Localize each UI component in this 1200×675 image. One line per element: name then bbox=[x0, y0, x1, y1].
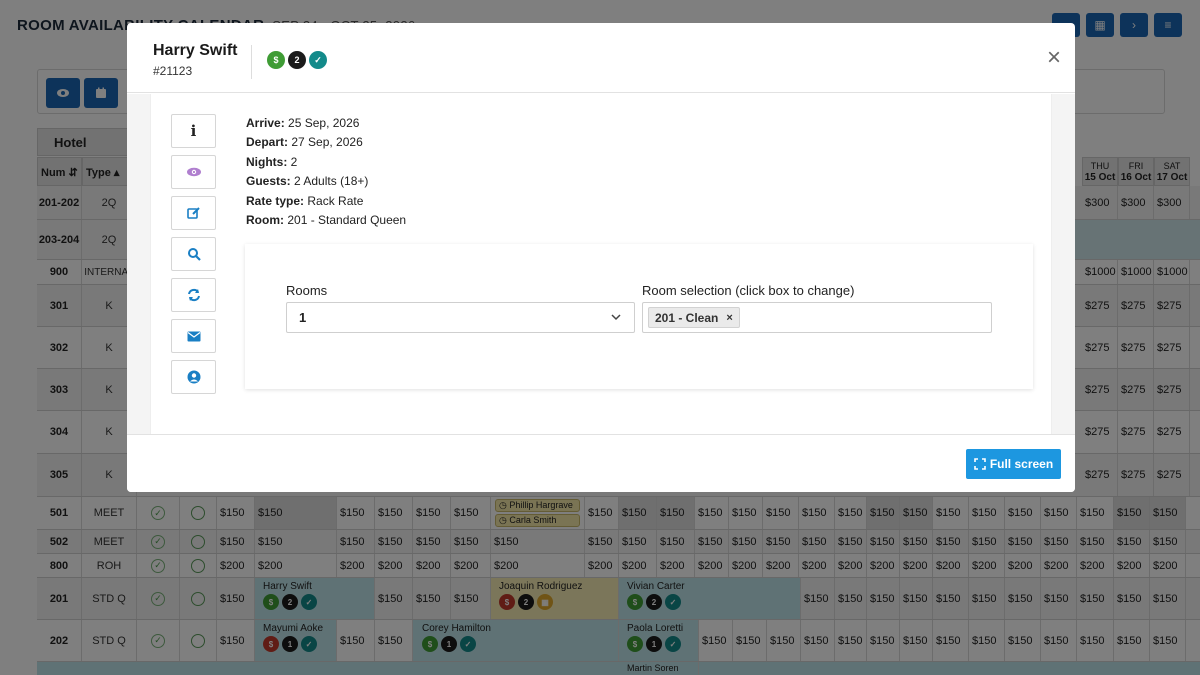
guest-profile-button[interactable] bbox=[171, 360, 216, 394]
user-icon bbox=[187, 370, 200, 384]
status-icons: $ 2 ✓ bbox=[267, 51, 327, 69]
chevron-down-icon bbox=[611, 314, 621, 321]
envelope-icon bbox=[187, 331, 200, 341]
room-assignment-panel: Rooms 1 Room selection (click box to cha… bbox=[245, 244, 1033, 389]
depart-date: 27 Sep, 2026 bbox=[291, 135, 363, 150]
nights-value: 2 bbox=[290, 154, 298, 169]
info-icon: i bbox=[190, 122, 197, 140]
edit-icon bbox=[186, 207, 200, 219]
modal-footer: Full screen bbox=[127, 434, 1075, 492]
modal-header: Harry Swift #21123 $ 2 ✓ × bbox=[127, 23, 1075, 93]
expand-icon bbox=[974, 458, 986, 470]
remove-tag-icon[interactable]: × bbox=[726, 312, 732, 324]
divider bbox=[251, 45, 252, 79]
selected-room-tag: 201 - Clean × bbox=[648, 307, 740, 328]
email-button[interactable] bbox=[171, 319, 216, 353]
search-button[interactable] bbox=[171, 237, 216, 271]
room-selection-field[interactable]: 201 - Clean × bbox=[642, 302, 992, 333]
booking-details: Arrive: 25 Sep, 2026 Depart: 27 Sep, 202… bbox=[246, 116, 407, 228]
guests-value: 2 Adults (18+) bbox=[294, 174, 369, 189]
guest-name: Harry Swift bbox=[153, 42, 238, 59]
edit-button[interactable] bbox=[171, 196, 216, 230]
room-selection-label: Room selection (click box to change) bbox=[642, 283, 855, 298]
room-value: 201 - Standard Queen bbox=[287, 213, 407, 228]
info-button[interactable]: i bbox=[171, 114, 216, 148]
refresh-icon bbox=[187, 288, 200, 302]
full-screen-button[interactable]: Full screen bbox=[966, 449, 1061, 479]
modal-body: i Arrive: 25 Sep, 2026 Depart: 27 Sep, 2… bbox=[150, 94, 1052, 434]
eye-icon bbox=[186, 167, 201, 177]
close-icon[interactable]: × bbox=[1044, 46, 1064, 70]
rate-type-value: Rack Rate bbox=[307, 193, 364, 208]
view-button[interactable] bbox=[171, 155, 216, 189]
confirmed-icon: ✓ bbox=[309, 51, 327, 69]
guest-count-icon: 2 bbox=[288, 51, 306, 69]
refresh-button[interactable] bbox=[171, 278, 216, 312]
rooms-label: Rooms bbox=[286, 283, 328, 298]
arrive-date: 25 Sep, 2026 bbox=[288, 116, 360, 130]
rooms-select[interactable]: 1 bbox=[286, 302, 635, 333]
search-icon bbox=[187, 248, 201, 261]
booking-modal: Harry Swift #21123 $ 2 ✓ × i Arrive: 25 … bbox=[127, 23, 1075, 492]
booking-id: #21123 bbox=[153, 64, 193, 78]
paid-icon: $ bbox=[267, 51, 285, 69]
